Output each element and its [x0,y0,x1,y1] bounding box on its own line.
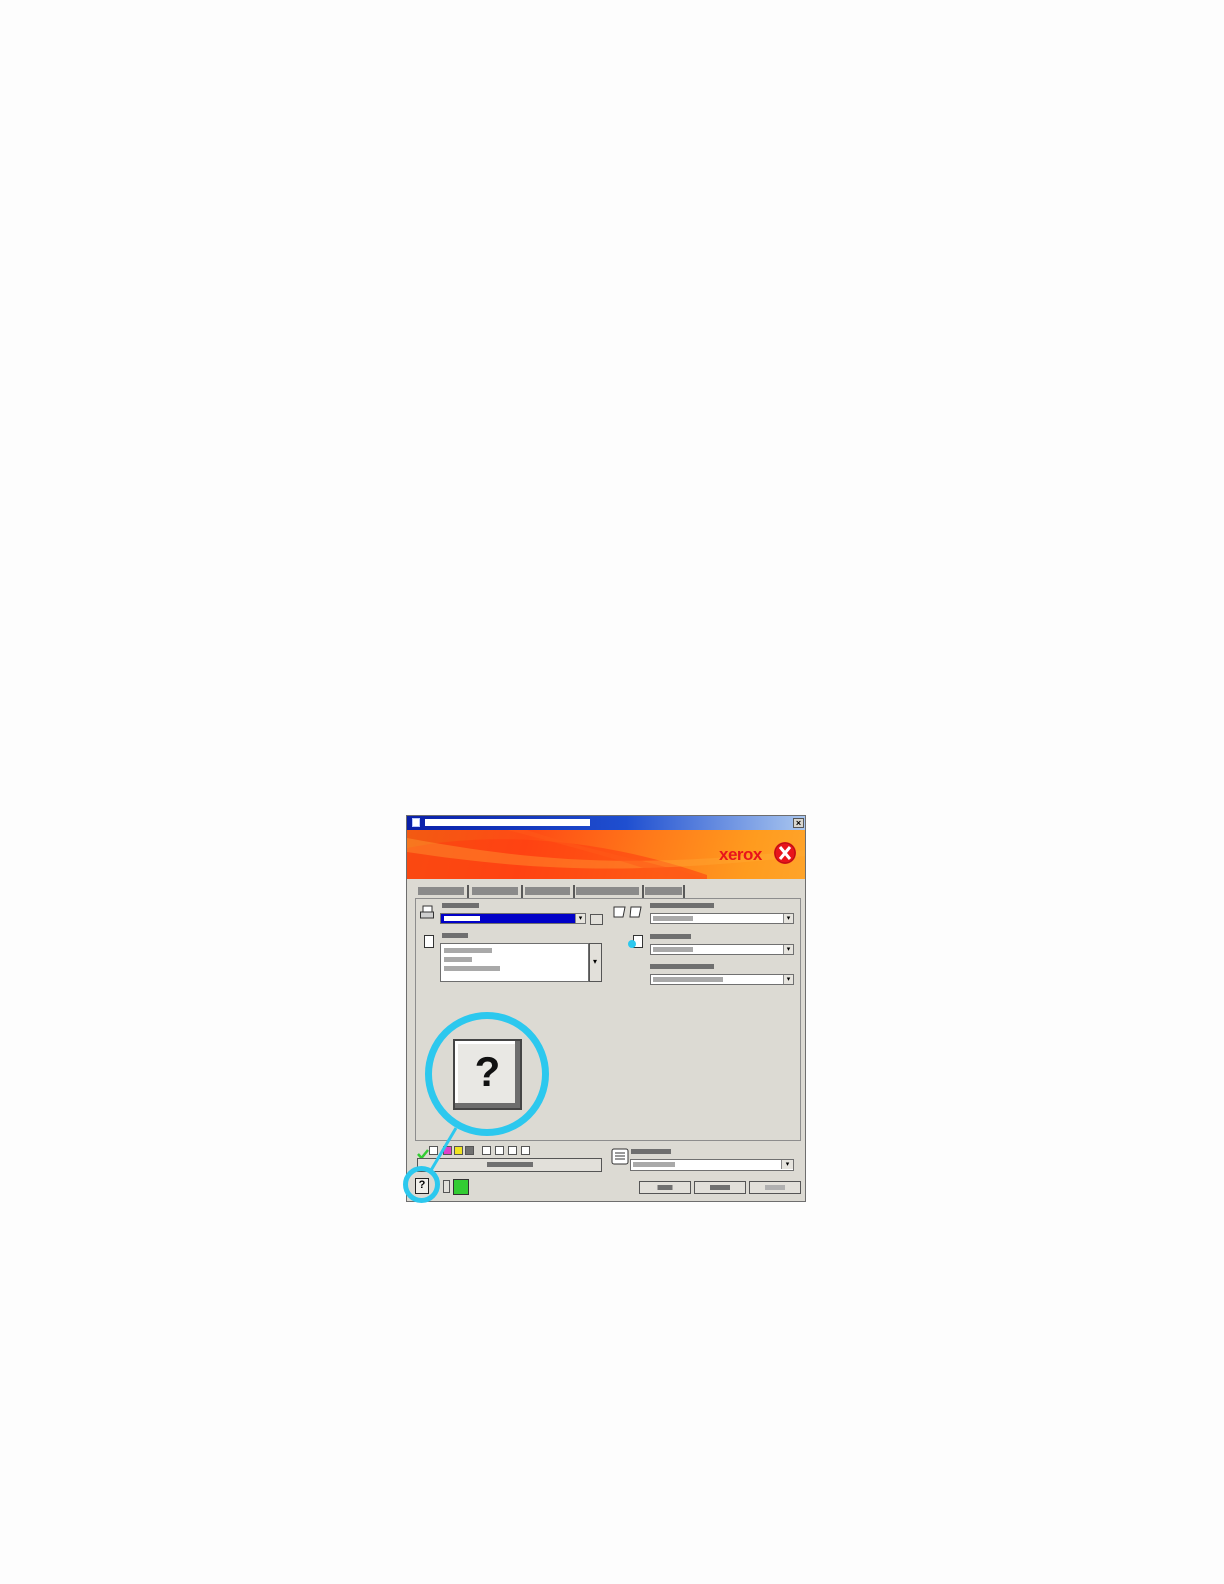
help-button[interactable]: ? [415,1178,429,1194]
help-icon: ? [474,1048,501,1095]
callout-connector [428,1127,458,1173]
magnified-help-button: ? [453,1039,522,1110]
help-icon: ? [418,1179,426,1191]
